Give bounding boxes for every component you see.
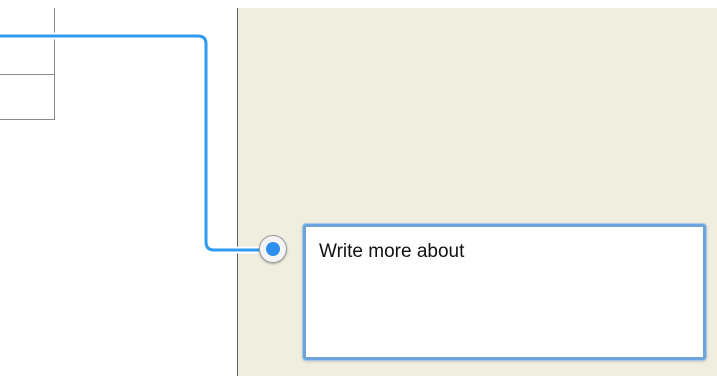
table-fragment bbox=[0, 8, 55, 120]
comment-anchor-dot-icon bbox=[266, 242, 280, 256]
document-window: Write more about bbox=[0, 0, 717, 376]
comment-text[interactable]: Write more about bbox=[319, 240, 693, 264]
comment-box[interactable]: Write more about bbox=[303, 224, 706, 360]
table-row-divider bbox=[0, 74, 55, 75]
window-top-strip bbox=[0, 0, 717, 8]
table-row-divider bbox=[0, 119, 55, 120]
comment-anchor-handle[interactable] bbox=[259, 235, 287, 263]
